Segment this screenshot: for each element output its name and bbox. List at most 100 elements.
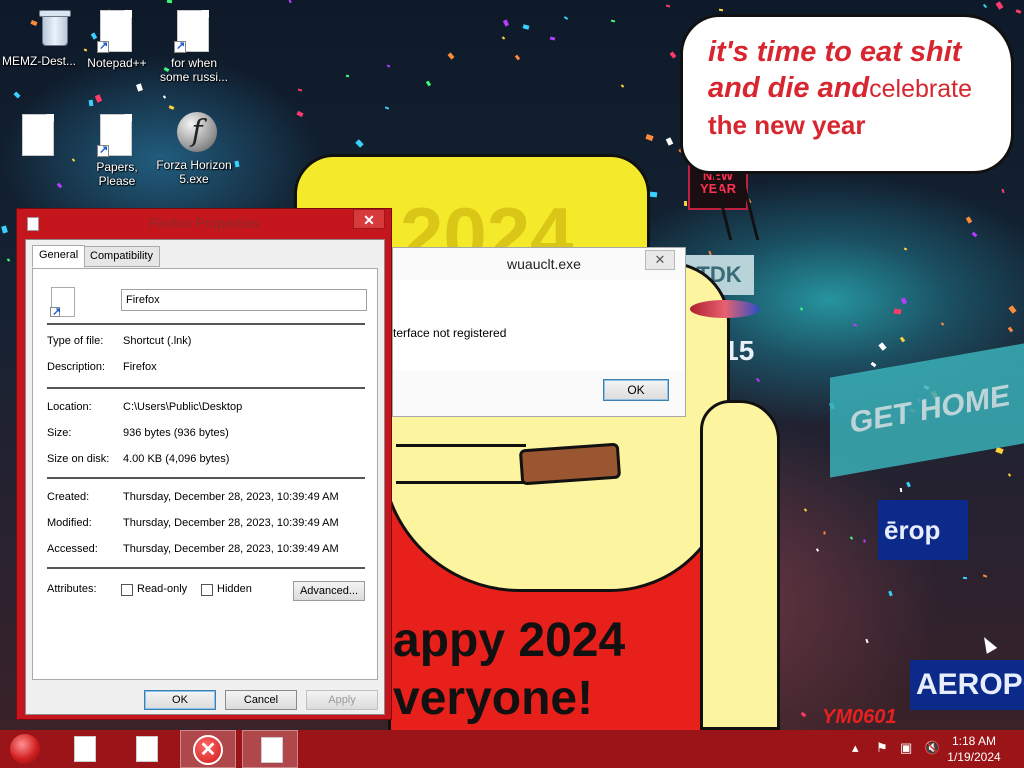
desktop-icon-forza[interactable]: f Forza Horizon 5.exe (155, 112, 233, 186)
readonly-checkbox[interactable] (121, 584, 133, 596)
confetti-piece (162, 95, 167, 99)
file-icon (74, 736, 96, 762)
file-icon (22, 114, 56, 156)
confetti-piece (899, 487, 903, 493)
desktop-icon-papers-please[interactable]: Papers, Please (78, 114, 156, 188)
taskbar-item-file-2[interactable] (118, 730, 174, 768)
confetti-piece (995, 1, 1004, 10)
size-label: Size: (47, 427, 72, 439)
confetti-piece (962, 576, 968, 580)
confetti-piece (514, 54, 521, 61)
confetti-piece (384, 106, 390, 110)
separator (47, 477, 365, 479)
network-icon[interactable]: ▣ (900, 740, 912, 756)
character-mouth (396, 444, 526, 484)
separator (47, 323, 365, 325)
bubble-line-1: it's time to eat shit (708, 36, 962, 68)
confetti-piece (665, 4, 671, 8)
confetti-piece (669, 51, 677, 59)
created-value: Thursday, December 28, 2023, 10:39:49 AM (123, 491, 339, 503)
advanced-button[interactable]: Advanced... (293, 581, 365, 601)
confetti-piece (878, 342, 887, 351)
desktop-icon-blank[interactable] (0, 114, 78, 160)
happy-line-2: veryone! (393, 672, 594, 725)
taskbar-item-error[interactable]: ✕ (180, 730, 236, 768)
taskbar-item-properties[interactable] (242, 730, 298, 768)
confetti-piece (803, 508, 808, 512)
confetti-piece (852, 323, 858, 327)
description-label: Description: (47, 361, 106, 373)
confetti-piece (136, 83, 143, 92)
confetti-piece (355, 139, 364, 148)
error-dialog-ok-button[interactable]: OK (603, 379, 669, 401)
error-icon: ✕ (193, 735, 223, 765)
bubble-line-3: the new year (708, 110, 866, 140)
modified-label: Modified: (47, 517, 92, 529)
location-value: C:\Users\Public\Desktop (123, 401, 243, 413)
properties-close-button[interactable]: ✕ (353, 209, 385, 229)
confetti-piece (982, 3, 988, 9)
confetti-piece (756, 377, 760, 383)
apply-button[interactable]: Apply (306, 690, 378, 710)
chevron-up-icon[interactable]: ▴ (852, 740, 859, 756)
confetti-piece (563, 16, 569, 20)
hidden-checkbox[interactable] (201, 584, 213, 596)
desktop-icon-memz[interactable]: MEMZ-Dest... (0, 8, 78, 68)
file-shortcut-icon (50, 287, 75, 318)
start-button[interactable] (10, 734, 40, 764)
confetti-piece (982, 574, 988, 578)
error-dialog-close-button[interactable]: ✕ (645, 250, 675, 270)
desktop-icon-notepadpp[interactable]: Notepad++ (78, 10, 156, 70)
properties-titlebar[interactable]: Firefox Properties ✕ (17, 209, 391, 237)
confetti-piece (425, 80, 432, 87)
confetti-piece (166, 0, 173, 4)
cancel-button[interactable]: Cancel (225, 690, 297, 710)
confetti-piece (893, 308, 902, 315)
confetti-piece (823, 531, 826, 535)
confetti-piece (1008, 305, 1017, 314)
tab-general[interactable]: General (32, 245, 86, 268)
desktop-icon-for-when[interactable]: for when some russi... (155, 10, 233, 84)
confetti-piece (870, 361, 877, 368)
confetti-piece (288, 0, 292, 4)
created-label: Created: (47, 491, 90, 503)
error-dialog: wuauclt.exe ✕ terface not registered OK (392, 247, 686, 417)
confetti-piece (718, 8, 724, 12)
taskbar-item-file-1[interactable] (56, 730, 112, 768)
clock-time: 1:18 AM (951, 734, 997, 748)
error-dialog-content: terface not registered (393, 280, 683, 370)
volume-muted-icon[interactable]: 🔇 (924, 740, 940, 756)
bubble-line-2a: and die and (708, 72, 870, 104)
file-icon (136, 736, 158, 762)
confetti-piece (13, 91, 21, 99)
confetti-piece (900, 297, 908, 305)
confetti-piece (501, 36, 506, 40)
ok-button[interactable]: OK (144, 690, 216, 710)
error-dialog-title: wuauclt.exe (507, 256, 581, 272)
desktop-icon-label: Papers, Please (96, 160, 138, 188)
billboard-get-home: GET HOME (830, 342, 1024, 478)
separator (47, 567, 365, 569)
bubble-line-2: and die andcelebrate (708, 70, 1008, 107)
general-tab-panel: Type of file: Shortcut (.lnk) Descriptio… (32, 268, 378, 680)
flag-icon[interactable]: ⚑ (876, 740, 888, 756)
confetti-piece (234, 160, 240, 168)
taskbar-clock[interactable]: 1:18 AM 1/19/2024 (944, 733, 1004, 765)
confetti-piece (683, 200, 688, 207)
confetti-piece (888, 590, 893, 597)
confetti-piece (88, 99, 94, 107)
confetti-piece (800, 711, 807, 718)
clock-date: 1/19/2024 (947, 750, 1001, 764)
confetti-piece (522, 24, 530, 30)
file-name-field[interactable] (121, 289, 367, 311)
desktop-icon-label: MEMZ-Dest... (2, 54, 76, 68)
confetti-piece (965, 216, 973, 224)
location-label: Location: (47, 401, 92, 413)
tab-compatibility[interactable]: Compatibility (83, 246, 160, 267)
confetti-piece (1015, 9, 1022, 14)
taskbar: ✕ ▴ ⚑ ▣ 🔇 1:18 AM 1/19/2024 (0, 730, 1024, 768)
file-shortcut-icon (174, 10, 211, 53)
desktop-icon-label: Notepad++ (87, 56, 147, 70)
confetti-piece (502, 19, 510, 27)
confetti-piece (1001, 188, 1005, 194)
